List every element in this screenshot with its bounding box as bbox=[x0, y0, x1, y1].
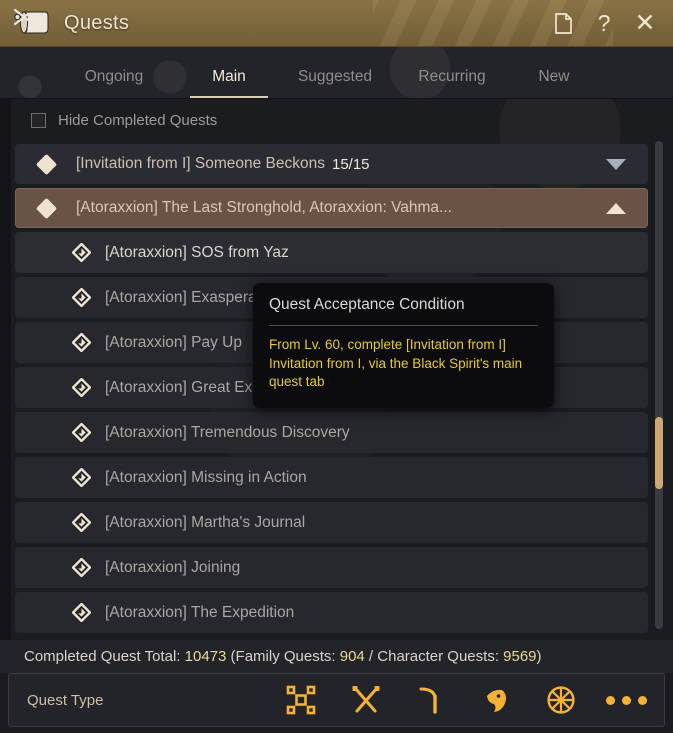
chevron-up-icon[interactable] bbox=[606, 202, 626, 214]
crossed-swords-icon[interactable] bbox=[346, 682, 386, 718]
tab-new[interactable]: New bbox=[508, 68, 600, 98]
fish-glyph bbox=[487, 689, 506, 712]
quest-diamond-icon bbox=[72, 378, 91, 397]
window-title: Quests bbox=[64, 11, 130, 34]
quest-item-title: [Atoraxxion] SOS from Yaz bbox=[105, 243, 289, 261]
quest-diamond-icon bbox=[72, 333, 91, 352]
wagon-wheel-icon[interactable] bbox=[541, 682, 581, 718]
tab-main[interactable]: Main bbox=[184, 68, 274, 98]
scythe-glyph bbox=[419, 687, 437, 714]
title-bar-actions: ? ✕ bbox=[551, 10, 657, 36]
page-icon bbox=[554, 12, 572, 34]
quest-list-scrollbar[interactable] bbox=[655, 141, 663, 629]
hide-completed-quests-toggle[interactable]: Hide Completed Quests bbox=[31, 112, 217, 129]
node-grid-icon[interactable] bbox=[281, 682, 321, 718]
tab-ongoing[interactable]: Ongoing bbox=[44, 68, 184, 98]
quest-type-bar: Quest Type bbox=[8, 673, 665, 727]
wagon-wheel-glyph bbox=[547, 686, 575, 714]
quest-item-title: [Atoraxxion] Missing in Action bbox=[105, 468, 307, 486]
note-button[interactable] bbox=[551, 10, 575, 36]
family-quests-value: 904 bbox=[339, 648, 365, 665]
list-item[interactable]: [Atoraxxion] Tremendous Discovery bbox=[15, 412, 648, 453]
quest-diamond-icon bbox=[72, 513, 91, 532]
quest-item-title: [Atoraxxion] Tremendous Discovery bbox=[105, 423, 350, 441]
quest-item-title: [Atoraxxion] Pay Up bbox=[105, 333, 242, 351]
scrollbar-thumb[interactable] bbox=[655, 417, 663, 489]
family-prefix-label: (Family Quests: bbox=[226, 648, 340, 665]
tab-suggested[interactable]: Suggested bbox=[274, 68, 396, 98]
tooltip-title: Quest Acceptance Condition bbox=[269, 296, 465, 313]
total-prefix-label: Completed Quest Total: bbox=[24, 648, 185, 665]
quest-diamond-icon bbox=[72, 243, 91, 262]
fish-icon[interactable] bbox=[476, 682, 516, 718]
quest-group-title: [Invitation from I] Someone Beckons bbox=[76, 155, 325, 172]
panel-left-edge bbox=[0, 99, 11, 640]
list-item[interactable]: [Atoraxxion] Joining bbox=[15, 547, 648, 588]
quest-acceptance-tooltip: Quest Acceptance Condition From Lv. 60, … bbox=[253, 283, 554, 408]
tab-recurring[interactable]: Recurring bbox=[396, 68, 508, 98]
quest-group-header-atoraxxion[interactable]: [Atoraxxion] The Last Stronghold, Atorax… bbox=[15, 188, 648, 228]
scythe-icon[interactable] bbox=[411, 682, 451, 718]
tooltip-divider bbox=[269, 325, 538, 326]
list-item[interactable]: [Atoraxxion] SOS from Yaz bbox=[15, 232, 648, 273]
quest-item-title: [Atoraxxion] The Expedition bbox=[105, 603, 295, 621]
title-bar: Quests ? ✕ bbox=[0, 0, 673, 47]
list-item[interactable]: [Atoraxxion] The Expedition bbox=[15, 592, 648, 633]
completed-quest-total-text: Completed Quest Total: 10473 (Family Que… bbox=[24, 648, 542, 665]
diamond-icon bbox=[35, 197, 58, 219]
list-item[interactable]: [Atoraxxion] Missing in Action bbox=[15, 457, 648, 498]
character-quests-value: 9569 bbox=[503, 648, 537, 665]
node-grid-glyph bbox=[286, 685, 316, 715]
total-suffix-label: ) bbox=[536, 648, 542, 665]
question-mark-icon: ? bbox=[597, 9, 611, 36]
quest-window: Quests ? ✕ Ongoing Main Suggested Recurr… bbox=[0, 0, 673, 733]
hide-completed-quests-label: Hide Completed Quests bbox=[58, 112, 218, 129]
more-options-icon[interactable] bbox=[605, 682, 647, 718]
completed-quest-total-bar: Completed Quest Total: 10473 (Family Que… bbox=[0, 640, 673, 673]
quest-diamond-icon bbox=[72, 288, 91, 307]
list-item[interactable]: [Atoraxxion] Martha's Journal bbox=[15, 502, 648, 543]
quest-item-title: [Atoraxxion] Joining bbox=[105, 558, 241, 576]
character-prefix-label: / Character Quests: bbox=[364, 648, 504, 665]
quest-item-title: [Atoraxxion] Martha's Journal bbox=[105, 513, 306, 531]
tab-bar: Ongoing Main Suggested Recurring New bbox=[0, 47, 673, 99]
tooltip-body: From Lv. 60, complete [Invitation from I… bbox=[269, 337, 523, 390]
crossed-swords-glyph bbox=[352, 686, 380, 713]
quest-diamond-icon bbox=[72, 558, 91, 577]
total-value: 10473 bbox=[184, 648, 227, 665]
diamond-icon bbox=[35, 153, 58, 175]
checkbox-icon[interactable] bbox=[31, 113, 46, 128]
quest-type-icons bbox=[281, 682, 647, 718]
close-icon: ✕ bbox=[634, 8, 656, 37]
help-button[interactable]: ? bbox=[592, 10, 616, 36]
chevron-down-icon[interactable] bbox=[606, 158, 626, 170]
quest-diamond-icon bbox=[72, 468, 91, 487]
quest-type-label: Quest Type bbox=[27, 691, 104, 709]
quest-diamond-icon bbox=[72, 423, 91, 442]
scroll-icon bbox=[13, 8, 49, 34]
quest-diamond-icon bbox=[72, 603, 91, 622]
close-button[interactable]: ✕ bbox=[633, 10, 657, 36]
quest-group-title: [Atoraxxion] The Last Stronghold, Atorax… bbox=[76, 199, 452, 216]
quest-group-count: 15/15 bbox=[331, 155, 370, 173]
quest-group-header-invitation[interactable]: [Invitation from I] Someone Beckons 15/1… bbox=[15, 144, 648, 184]
ellipsis-glyph bbox=[605, 695, 647, 705]
